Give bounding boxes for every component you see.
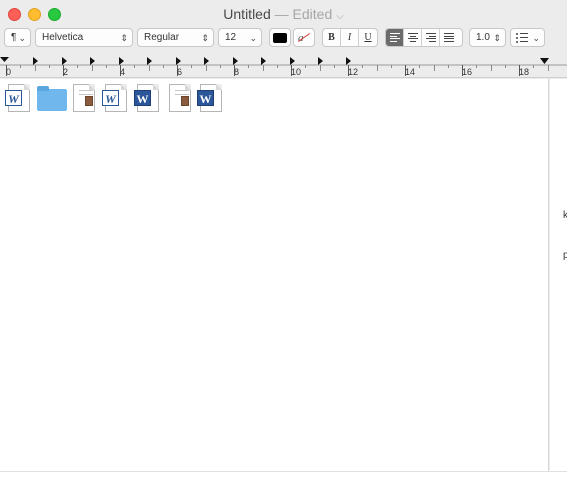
align-center-icon	[407, 33, 418, 42]
word-w-icon: W	[134, 90, 151, 106]
textedit-window: Untitled — Edited ⌵ ¶ ⌄ Helvetica ⇕ Regu…	[0, 0, 567, 485]
align-center-button[interactable]	[404, 29, 422, 46]
window-title[interactable]: Untitled — Edited ⌵	[0, 6, 567, 22]
ruler-label: 10	[291, 67, 302, 77]
updown-chevron-icon: ⇕	[120, 33, 128, 43]
bottom-edge	[0, 471, 567, 485]
title-bar[interactable]: Untitled — Edited ⌵	[0, 0, 567, 28]
folder-shape	[37, 86, 67, 111]
paragraph-icon: ¶	[11, 32, 17, 43]
ruler[interactable]: 0 2 4 6 8 10 12 14 16 18	[0, 52, 567, 78]
align-left-button[interactable]	[386, 29, 404, 46]
italic-button[interactable]: I	[341, 29, 359, 46]
ruler-ticks	[0, 57, 567, 76]
word-document-icon[interactable]: W	[5, 84, 33, 114]
indent-marker-icon	[0, 57, 9, 62]
ruler-label: 16	[462, 67, 473, 77]
alignment-segmented	[385, 28, 463, 47]
image-thumbnail-icon	[181, 96, 189, 106]
right-margin-marker-icon	[540, 58, 549, 64]
line-spacing-value: 1.0	[476, 32, 490, 43]
underline-button[interactable]: U	[359, 29, 377, 46]
chevron-down-icon: ⌄	[18, 33, 26, 43]
page-icon	[73, 84, 95, 112]
word-w-icon: W	[102, 90, 119, 106]
line-spacing-select[interactable]: 1.0 ⇕	[469, 28, 506, 47]
updown-chevron-icon: ⇕	[493, 33, 501, 43]
ruler-label: 4	[120, 67, 126, 77]
image-thumbnail-icon	[85, 96, 93, 106]
page-icon	[169, 84, 191, 112]
word-document-icon[interactable]: W	[134, 84, 162, 114]
ruler-label: 2	[63, 67, 69, 77]
document-name: Untitled	[223, 6, 271, 22]
font-typeface-value: Regular	[144, 32, 180, 43]
text-color-well[interactable]	[269, 28, 291, 47]
ruler-label: 0	[6, 67, 12, 77]
text-color-swatch	[273, 32, 287, 43]
chevron-down-icon: ⌄	[532, 33, 540, 43]
list-icon	[516, 32, 528, 43]
format-toolbar: ¶ ⌄ Helvetica ⇕ Regular ⇕ 12 ⌄ a B I U	[0, 27, 567, 49]
font-size-combobox[interactable]: 12 ⌄	[218, 28, 262, 47]
edited-status: — Edited	[274, 6, 333, 22]
folder-icon[interactable]	[37, 84, 68, 114]
list-bullets-select[interactable]: ⌄	[510, 28, 545, 47]
font-family-select[interactable]: Helvetica ⇕	[35, 28, 133, 47]
word-w-icon: W	[5, 90, 22, 106]
ruler-label: 12	[348, 67, 359, 77]
paragraph-styles-button[interactable]: ¶ ⌄	[4, 28, 31, 47]
justify-icon	[444, 33, 454, 42]
ruler-label: 8	[234, 67, 240, 77]
vertical-scroll-area[interactable]: k p	[550, 79, 567, 471]
font-typeface-select[interactable]: Regular ⇕	[137, 28, 214, 47]
word-document-icon[interactable]: W	[102, 84, 130, 114]
image-document-icon[interactable]	[166, 84, 194, 114]
chevron-down-icon: ⌄	[249, 33, 257, 43]
ruler-label: 18	[519, 67, 530, 77]
highlight-color-well[interactable]: a	[293, 28, 315, 47]
word-w-icon: W	[197, 90, 214, 106]
font-size-value: 12	[225, 32, 237, 43]
word-document-icon[interactable]: W	[197, 84, 225, 114]
updown-chevron-icon: ⇕	[201, 33, 209, 43]
edge-text-fragment: p	[563, 250, 567, 261]
align-right-button[interactable]	[422, 29, 440, 46]
font-family-value: Helvetica	[42, 32, 84, 43]
bold-button[interactable]: B	[323, 29, 341, 46]
ruler-label: 14	[405, 67, 416, 77]
document-text-area[interactable]	[0, 79, 549, 471]
edge-text-fragment: k	[563, 210, 567, 221]
image-document-icon[interactable]	[70, 84, 98, 114]
align-left-icon	[389, 33, 400, 42]
text-style-segmented: B I U	[322, 28, 378, 47]
justify-button[interactable]	[440, 29, 458, 46]
align-right-icon	[425, 33, 436, 42]
ruler-label: 6	[177, 67, 183, 77]
title-chevron-icon[interactable]: ⌵	[336, 11, 344, 22]
